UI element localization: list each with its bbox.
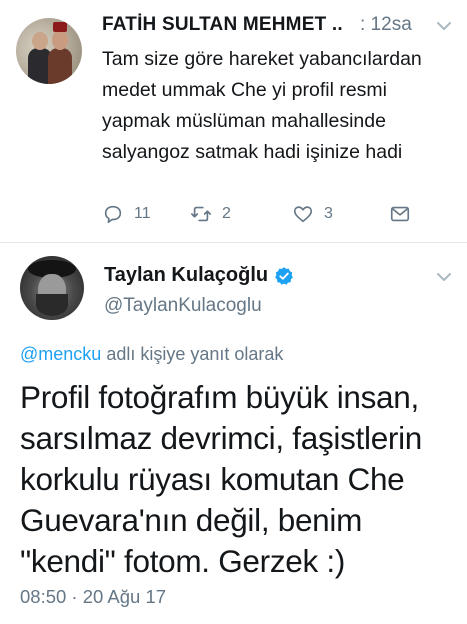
reply-icon: [104, 205, 122, 224]
direct-message-icon: [390, 206, 410, 222]
reply-count: 11: [134, 205, 151, 222]
retweet-icon: [191, 206, 211, 222]
avatar-fatih-sultan-mehmet[interactable]: [16, 18, 82, 84]
like-button[interactable]: 3: [292, 200, 333, 228]
author-name[interactable]: Taylan Kulaçoğlu: [104, 264, 268, 287]
tweet-age: : 12sa: [360, 14, 412, 35]
avatar-head-right: [52, 30, 68, 50]
chevron-down-icon[interactable]: [434, 267, 454, 287]
reply-button[interactable]: 11: [102, 200, 151, 228]
avatar-taylan-kulacoglu[interactable]: [20, 256, 84, 320]
tweet-text: Tam size göre hareket yabancılardan mede…: [102, 48, 422, 163]
author-name-row: Taylan Kulaçoğlu: [104, 264, 294, 287]
tweet-reply[interactable]: Taylan Kulaçoğlu @TaylanKulacoglu @menck…: [0, 243, 467, 624]
avatar-beard: [36, 294, 68, 316]
reply-context: @mencku adlı kişiye yanıt olarak: [20, 344, 283, 365]
reply-context-suffix: adlı kişiye yanıt olarak: [101, 344, 284, 364]
retweet-count: 2: [222, 205, 231, 222]
like-count: 3: [324, 205, 333, 222]
like-icon: [293, 206, 313, 223]
author-handle[interactable]: @TaylanKulacoglu: [104, 295, 262, 317]
avatar-fez: [53, 22, 67, 32]
avatar-head-left: [32, 32, 48, 50]
retweet-button[interactable]: 2: [190, 200, 231, 228]
direct-message-button[interactable]: [389, 200, 421, 228]
tweet-timestamp[interactable]: 08:50 · 20 Ağu 17: [20, 586, 166, 608]
verified-badge-icon: [275, 266, 293, 285]
author-name[interactable]: FATİH SULTAN MEHMET ..: [102, 14, 343, 36]
avatar-figure-right: [48, 48, 72, 84]
tweet-original[interactable]: FATİH SULTAN MEHMET .. : 12sa Tam size g…: [0, 0, 467, 242]
tweet-text: Profil fotoğrafım büyük insan, sarsılmaz…: [20, 379, 423, 579]
reply-mention-link[interactable]: @mencku: [20, 344, 101, 364]
chevron-down-icon[interactable]: [434, 16, 454, 36]
